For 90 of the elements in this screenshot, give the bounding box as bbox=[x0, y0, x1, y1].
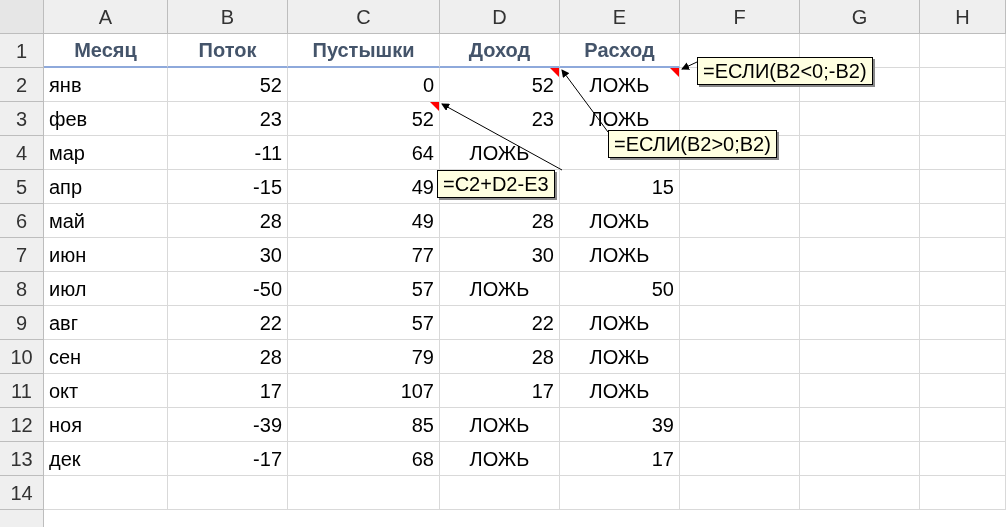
column-header[interactable]: E bbox=[560, 0, 680, 34]
table-cell: дек bbox=[44, 442, 168, 476]
row-header[interactable]: 3 bbox=[0, 102, 44, 136]
table-cell: 23 bbox=[168, 102, 288, 136]
table-cell: фев bbox=[44, 102, 168, 136]
column-header[interactable]: G bbox=[800, 0, 920, 34]
row-header[interactable]: 7 bbox=[0, 238, 44, 272]
table-cell: ЛОЖЬ bbox=[440, 408, 560, 442]
table-cell: 64 bbox=[288, 136, 440, 170]
row-header[interactable]: 9 bbox=[0, 306, 44, 340]
column-header[interactable]: C bbox=[288, 0, 440, 34]
table-cell: 22 bbox=[168, 306, 288, 340]
column-header[interactable]: F bbox=[680, 0, 800, 34]
table-cell: ЛОЖЬ bbox=[440, 272, 560, 306]
row-header[interactable]: 2 bbox=[0, 68, 44, 102]
table-cell: -39 bbox=[168, 408, 288, 442]
table-cell: 23 bbox=[440, 102, 560, 136]
table-cell: 77 bbox=[288, 238, 440, 272]
table-cell: мар bbox=[44, 136, 168, 170]
table-cell: авг bbox=[44, 306, 168, 340]
table-cell: ЛОЖЬ bbox=[560, 374, 680, 408]
row-header[interactable]: 11 bbox=[0, 374, 44, 408]
table-cell: 17 bbox=[168, 374, 288, 408]
table-cell: 79 bbox=[288, 340, 440, 374]
row-header[interactable]: 6 bbox=[0, 204, 44, 238]
table-cell: 30 bbox=[168, 238, 288, 272]
comment-indicator-icon bbox=[550, 68, 559, 77]
table-cell: янв bbox=[44, 68, 168, 102]
comment-indicator-icon bbox=[670, 68, 679, 77]
row-header[interactable]: 4 bbox=[0, 136, 44, 170]
table-cell: май bbox=[44, 204, 168, 238]
leader-line bbox=[681, 61, 698, 70]
table-cell: 107 bbox=[288, 374, 440, 408]
column-title: Поток bbox=[168, 34, 288, 68]
table-cell: ЛОЖЬ bbox=[560, 306, 680, 340]
table-cell: 17 bbox=[560, 442, 680, 476]
table-cell: 52 bbox=[288, 102, 440, 136]
table-cell: 28 bbox=[168, 340, 288, 374]
table-cell: июл bbox=[44, 272, 168, 306]
table-cell: 85 bbox=[288, 408, 440, 442]
column-header[interactable]: D bbox=[440, 0, 560, 34]
table-cell: 50 bbox=[560, 272, 680, 306]
column-title: Доход bbox=[440, 34, 560, 68]
table-cell: июн bbox=[44, 238, 168, 272]
row-header[interactable]: 8 bbox=[0, 272, 44, 306]
row-header[interactable]: 12 bbox=[0, 408, 44, 442]
table-cell: 17 bbox=[440, 374, 560, 408]
table-cell: 0 bbox=[288, 68, 440, 102]
table-cell: -15 bbox=[168, 170, 288, 204]
select-all-corner[interactable] bbox=[0, 0, 44, 34]
table-cell: апр bbox=[44, 170, 168, 204]
comment-indicator-icon bbox=[430, 102, 439, 111]
table-cell: окт bbox=[44, 374, 168, 408]
table-cell: 52 bbox=[168, 68, 288, 102]
table-cell: 49 bbox=[288, 204, 440, 238]
table-cell: -50 bbox=[168, 272, 288, 306]
table-cell: 28 bbox=[440, 340, 560, 374]
comment-box: =C2+D2-E3 bbox=[437, 170, 555, 198]
table-cell: -11 bbox=[168, 136, 288, 170]
table-cell: -17 bbox=[168, 442, 288, 476]
row-header[interactable]: 10 bbox=[0, 340, 44, 374]
table-cell: 15 bbox=[560, 170, 680, 204]
table-cell: 57 bbox=[288, 272, 440, 306]
column-header[interactable]: H bbox=[920, 0, 1006, 34]
table-cell: 22 bbox=[440, 306, 560, 340]
table-cell: 57 bbox=[288, 306, 440, 340]
table-cell: 28 bbox=[440, 204, 560, 238]
table-cell: 52 bbox=[440, 68, 560, 102]
comment-box: =ЕСЛИ(B2>0;B2) bbox=[608, 130, 777, 158]
column-title: Расход bbox=[560, 34, 680, 68]
table-cell: 28 bbox=[168, 204, 288, 238]
table-cell: 39 bbox=[560, 408, 680, 442]
table-cell: ЛОЖЬ bbox=[560, 68, 680, 102]
table-cell: ЛОЖЬ bbox=[440, 442, 560, 476]
row-header[interactable]: 14 bbox=[0, 476, 44, 510]
table-cell: ЛОЖЬ bbox=[560, 238, 680, 272]
column-header[interactable]: B bbox=[168, 0, 288, 34]
column-title: Пустышки bbox=[288, 34, 440, 68]
column-header[interactable]: A bbox=[44, 0, 168, 34]
column-title: Месяц bbox=[44, 34, 168, 68]
row-header[interactable]: 1 bbox=[0, 34, 44, 68]
table-cell: сен bbox=[44, 340, 168, 374]
table-cell: 68 bbox=[288, 442, 440, 476]
table-cell: 30 bbox=[440, 238, 560, 272]
table-cell: ноя bbox=[44, 408, 168, 442]
row-header[interactable]: 5 bbox=[0, 170, 44, 204]
comment-box: =ЕСЛИ(B2<0;-B2) bbox=[697, 57, 873, 85]
table-cell: ЛОЖЬ bbox=[560, 340, 680, 374]
table-cell: ЛОЖЬ bbox=[560, 204, 680, 238]
row-header[interactable]: 13 bbox=[0, 442, 44, 476]
